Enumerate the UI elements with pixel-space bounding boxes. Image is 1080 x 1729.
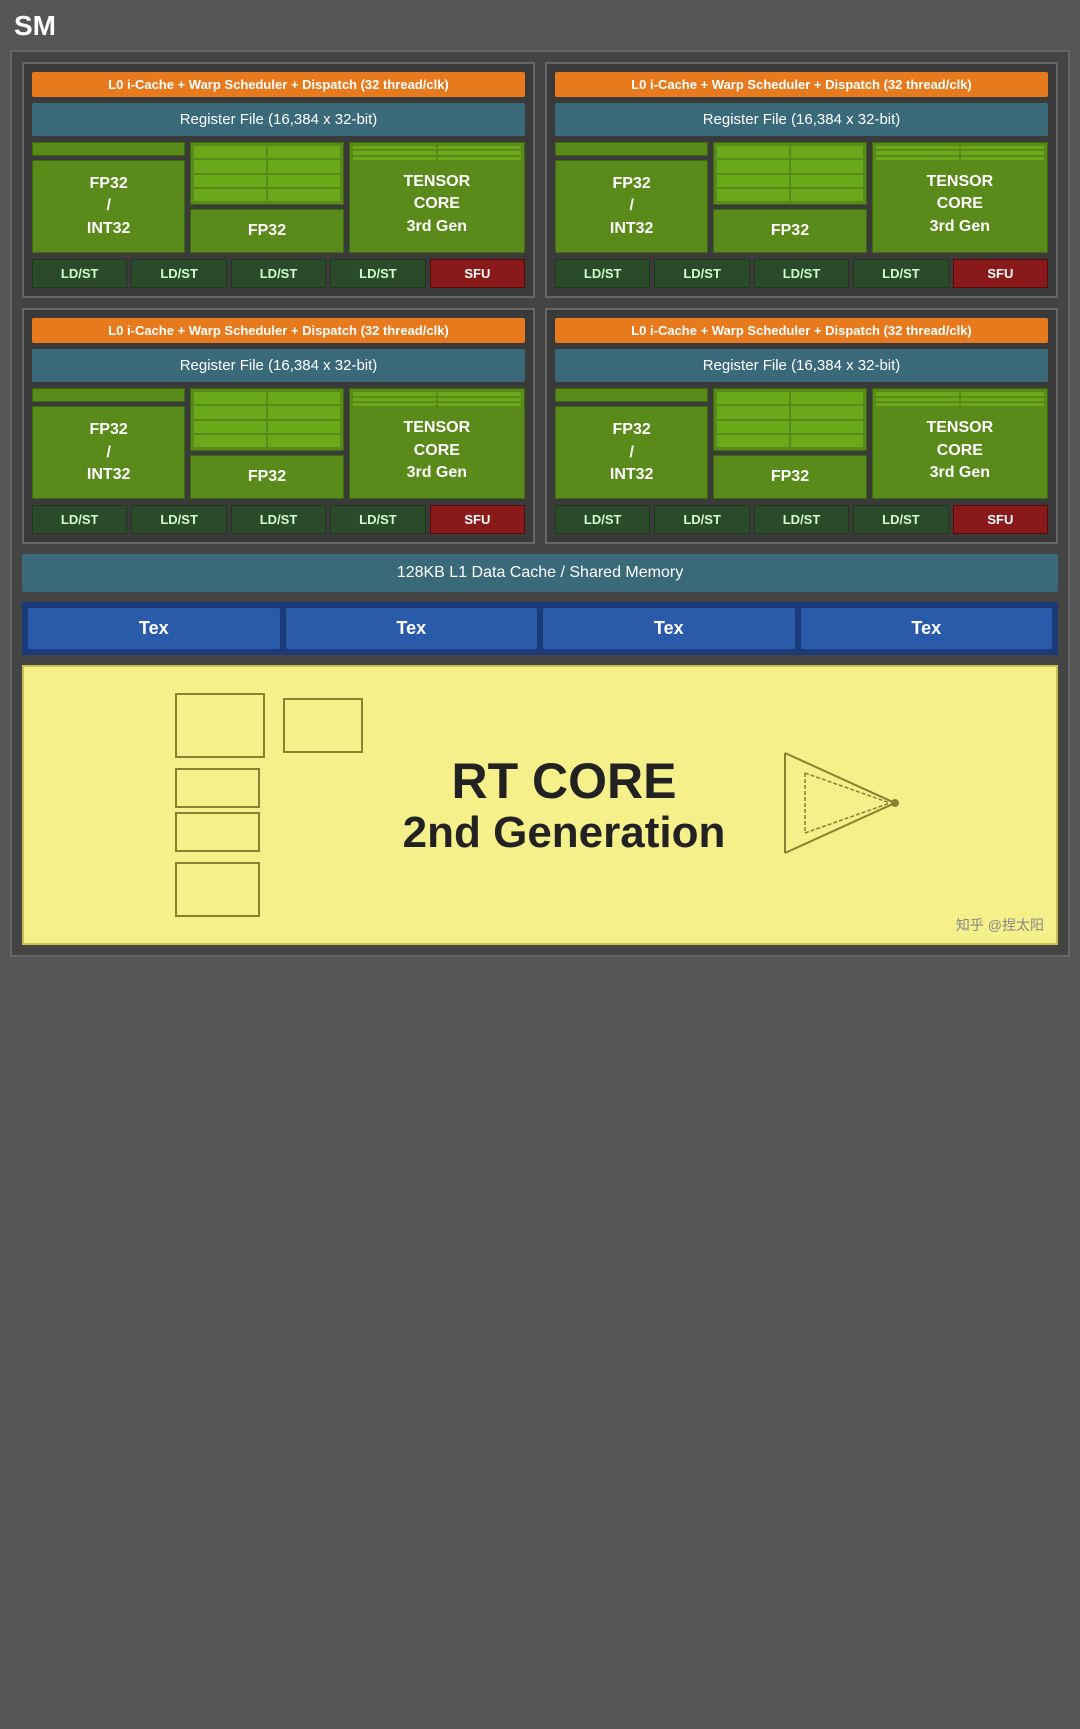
tensor-core-label-4: TENSORCORE3rd Gen xyxy=(873,409,1047,498)
quadrant-1: L0 i-Cache + Warp Scheduler + Dispatch (… xyxy=(22,62,535,298)
sm-outer: L0 i-Cache + Warp Scheduler + Dispatch (… xyxy=(10,50,1070,957)
l0-cache-bar-3: L0 i-Cache + Warp Scheduler + Dispatch (… xyxy=(32,318,525,343)
ldst-box-2-2: LD/ST xyxy=(654,259,749,288)
rt-core-title-line1: RT CORE xyxy=(403,754,726,809)
ldst-row-1: LD/ST LD/ST LD/ST LD/ST SFU xyxy=(32,259,525,288)
ldst-box-1-1: LD/ST xyxy=(32,259,127,288)
watermark: 知乎 @捏太阳 xyxy=(956,915,1044,935)
quadrant-3: L0 i-Cache + Warp Scheduler + Dispatch (… xyxy=(22,308,535,544)
tensor-core-label-3: TENSORCORE3rd Gen xyxy=(350,409,524,498)
quadrant-2: L0 i-Cache + Warp Scheduler + Dispatch (… xyxy=(545,62,1058,298)
ldst-row-2: LD/ST LD/ST LD/ST LD/ST SFU xyxy=(555,259,1048,288)
rt-core-section: RT CORE 2nd Generation 知乎 @捏太阳 xyxy=(22,665,1058,945)
ldst-box-4-4: LD/ST xyxy=(853,505,948,534)
fp32-int32-label-4: FP32/INT32 xyxy=(555,406,708,499)
tex-box-4: Tex xyxy=(801,608,1053,649)
rt-triangle-diagram xyxy=(775,743,905,868)
register-file-bar-1: Register File (16,384 x 32-bit) xyxy=(32,103,525,136)
rt-core-text: RT CORE 2nd Generation xyxy=(403,754,726,857)
sfu-box-3: SFU xyxy=(430,505,525,534)
tex-box-2: Tex xyxy=(286,608,538,649)
l0-cache-bar-4: L0 i-Cache + Warp Scheduler + Dispatch (… xyxy=(555,318,1048,343)
fp32-int32-label-3: FP32/INT32 xyxy=(32,406,185,499)
sfu-box-2: SFU xyxy=(953,259,1048,288)
rt-diagrams xyxy=(175,693,363,917)
page-wrapper: SM L0 i-Cache + Warp Scheduler + Dispatc… xyxy=(10,10,1070,957)
tex-box-3: Tex xyxy=(543,608,795,649)
sfu-box-1: SFU xyxy=(430,259,525,288)
ldst-box-3-3: LD/ST xyxy=(231,505,326,534)
fp32-label-1: FP32 xyxy=(190,209,343,253)
ldst-box-4-3: LD/ST xyxy=(754,505,849,534)
ldst-box-3-1: LD/ST xyxy=(32,505,127,534)
tex-box-1: Tex xyxy=(28,608,280,649)
ldst-box-4-2: LD/ST xyxy=(654,505,749,534)
sfu-box-4: SFU xyxy=(953,505,1048,534)
register-file-bar-3: Register File (16,384 x 32-bit) xyxy=(32,349,525,382)
rt-core-title-line2: 2nd Generation xyxy=(403,809,726,857)
ldst-box-4-1: LD/ST xyxy=(555,505,650,534)
l0-cache-bar-1: L0 i-Cache + Warp Scheduler + Dispatch (… xyxy=(32,72,525,97)
ldst-box-1-3: LD/ST xyxy=(231,259,326,288)
tensor-core-label-1: TENSORCORE3rd Gen xyxy=(350,163,524,252)
fp32-label-2: FP32 xyxy=(713,209,866,253)
ldst-box-1-2: LD/ST xyxy=(131,259,226,288)
register-file-bar-2: Register File (16,384 x 32-bit) xyxy=(555,103,1048,136)
tex-row: Tex Tex Tex Tex xyxy=(22,602,1058,655)
bottom-quadrants-row: L0 i-Cache + Warp Scheduler + Dispatch (… xyxy=(22,308,1058,544)
fp32-label-4: FP32 xyxy=(713,455,866,499)
fp32-label-3: FP32 xyxy=(190,455,343,499)
fp32-int32-label-2: FP32/INT32 xyxy=(555,160,708,253)
tensor-core-label-2: TENSORCORE3rd Gen xyxy=(873,163,1047,252)
ldst-box-2-1: LD/ST xyxy=(555,259,650,288)
ldst-row-3: LD/ST LD/ST LD/ST LD/ST SFU xyxy=(32,505,525,534)
ldst-box-2-3: LD/ST xyxy=(754,259,849,288)
ldst-row-4: LD/ST LD/ST LD/ST LD/ST SFU xyxy=(555,505,1048,534)
l1-cache-bar: 128KB L1 Data Cache / Shared Memory xyxy=(22,554,1058,592)
register-file-bar-4: Register File (16,384 x 32-bit) xyxy=(555,349,1048,382)
sm-label: SM xyxy=(10,10,1070,42)
ldst-box-3-2: LD/ST xyxy=(131,505,226,534)
ldst-box-3-4: LD/ST xyxy=(330,505,425,534)
fp32-int32-label-1: FP32/INT32 xyxy=(32,160,185,253)
quadrant-4: L0 i-Cache + Warp Scheduler + Dispatch (… xyxy=(545,308,1058,544)
ldst-box-1-4: LD/ST xyxy=(330,259,425,288)
top-quadrants-row: L0 i-Cache + Warp Scheduler + Dispatch (… xyxy=(22,62,1058,298)
l0-cache-bar-2: L0 i-Cache + Warp Scheduler + Dispatch (… xyxy=(555,72,1048,97)
ldst-box-2-4: LD/ST xyxy=(853,259,948,288)
